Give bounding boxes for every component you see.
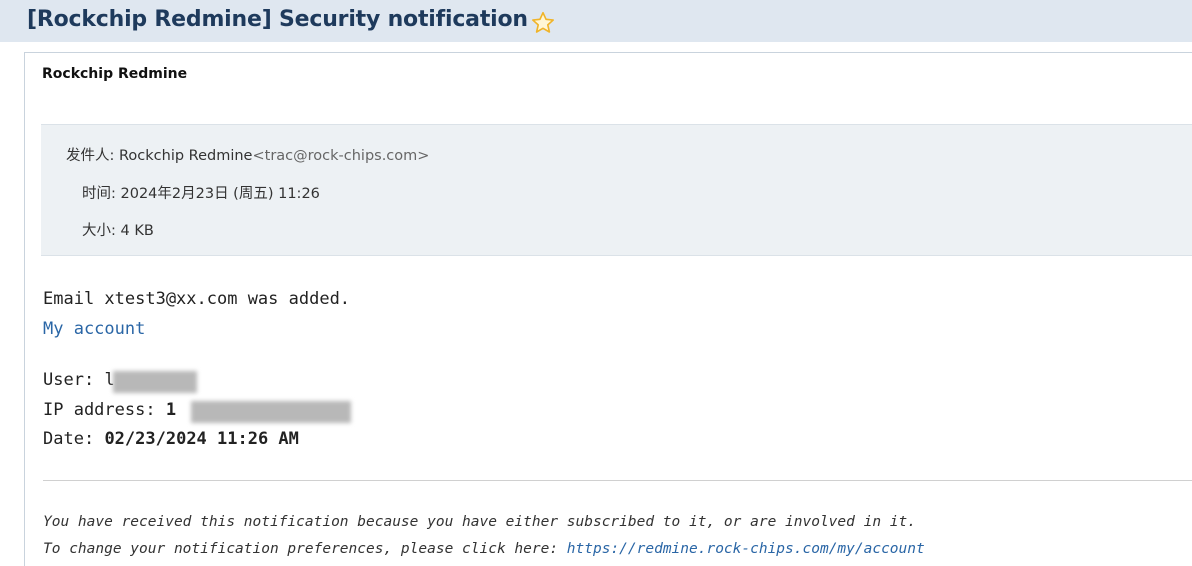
email-message-panel: Rockchip Redmine 发件人: Rockchip Redmine<t… (24, 52, 1192, 566)
ip-value: 1 (165, 400, 177, 420)
size-value: 4 KB (120, 223, 154, 239)
preferences-link[interactable]: https://redmine.rock-chips.com/my/accoun… (567, 541, 925, 557)
user-line: User: l (43, 370, 115, 390)
ip-label: IP address: (43, 400, 156, 420)
size-row: 大小: 4 KB (82, 219, 154, 240)
redacted-ip-blur (191, 401, 351, 423)
time-row: 时间: 2024年2月23日 (周五) 11:26 (82, 182, 320, 203)
size-label: 大小: (82, 223, 116, 239)
from-name[interactable]: Rockchip Redmine (119, 148, 252, 164)
footer-divider (43, 480, 1192, 481)
email-added-text: Email xtest3@xx.com was added. (43, 289, 351, 309)
date-line: Date: 02/23/2024 11:26 AM (43, 429, 299, 449)
email-metadata: 发件人: Rockchip Redmine<trac@rock-chips.co… (41, 124, 1192, 256)
date-label: Date: (43, 429, 95, 449)
time-label: 时间: (82, 186, 116, 202)
footer-preferences-text: To change your notification preferences,… (43, 541, 559, 557)
my-account-link[interactable]: My account (43, 319, 145, 339)
from-email[interactable]: <trac@rock-chips.com> (252, 148, 429, 164)
star-icon[interactable] (530, 10, 556, 36)
time-value: 2024年2月23日 (周五) 11:26 (120, 186, 320, 202)
user-label: User: (43, 370, 95, 390)
footer-preferences: To change your notification preferences,… (43, 541, 925, 557)
from-row: 发件人: Rockchip Redmine<trac@rock-chips.co… (66, 144, 429, 165)
email-subject: [Rockchip Redmine] Security notification (27, 7, 528, 32)
footer-notice: You have received this notification beca… (43, 514, 916, 530)
redacted-user-blur (113, 371, 197, 393)
email-subject-bar: [Rockchip Redmine] Security notification (0, 0, 1192, 42)
ip-line: IP address: 1 (43, 400, 176, 420)
date-value: 02/23/2024 11:26 AM (104, 429, 299, 449)
from-label: 发件人: (66, 148, 115, 164)
sender-display-name: Rockchip Redmine (42, 66, 188, 82)
